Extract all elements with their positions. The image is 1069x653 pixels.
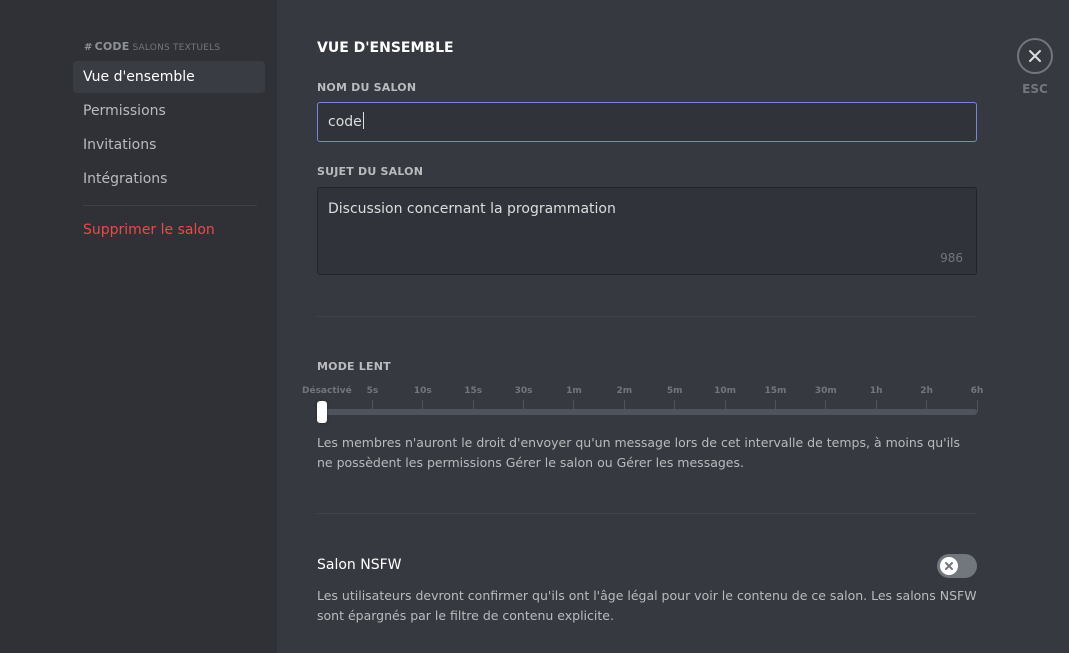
text-caret [362,112,364,129]
topic-textarea[interactable]: Discussion concernant la programmation 9… [317,187,977,275]
slowmode-tick-label: 15s [464,386,483,396]
slowmode-tick-label: Désactivé [302,386,352,396]
slowmode-tick-label: 15m [764,386,787,396]
nsfw-toggle[interactable] [937,554,977,578]
delete-channel-button[interactable]: Supprimer le salon [73,214,265,246]
hashtag-icon: # [84,42,93,53]
channel-name-input[interactable]: code [317,102,977,142]
sidebar-item-permissions[interactable]: Permissions [73,95,265,127]
toggle-knob [940,557,958,575]
slowmode-tick-label: 5s [366,386,379,396]
slowmode-tick-label: 2h [920,386,933,396]
sidebar-item-integrations[interactable]: Intégrations [73,163,265,195]
slowmode-tick-label: 10m [714,386,737,396]
slowmode-ticks: Désactivé 5s 10s 15s 30s 1m 2m 5m 10m 15m 30m 1h 2h 6… [302,386,983,426]
page-title: VUE D'ENSEMBLE [317,40,454,56]
section-divider [317,513,977,514]
sidebar-header: # CODE SALONS TEXTUELS [84,40,220,53]
sidebar-item-invitations[interactable]: Invitations [73,129,265,161]
slowmode-tick-label: 1m [566,386,582,396]
sidebar-item-overview[interactable]: Vue d'ensemble [73,61,265,93]
nsfw-title: Salon NSFW [317,557,402,573]
x-icon [945,562,953,570]
settings-sidebar: # CODE SALONS TEXTUELS Vue d'ensemble Perm… [0,0,277,653]
topic-value: Discussion concernant la programmation [328,201,616,217]
slowmode-slider-handle[interactable] [317,401,327,423]
sidebar-divider [83,205,257,206]
channel-name-label: NOM DU SALON [317,81,417,94]
nsfw-description: Les utilisateurs devront confirmer qu'il… [317,588,977,623]
slowmode-tick-label: 2m [616,386,633,396]
slowmode-tick-label: 5m [666,386,683,396]
slowmode-tick-label: 1h [869,386,883,396]
esc-label: ESC [1022,82,1048,96]
slowmode-tick-label: 10s [413,386,432,396]
channel-name-value: code [328,114,362,130]
slowmode-slider-track[interactable] [322,409,977,415]
slowmode-tick-label: 30s [514,386,533,396]
close-button[interactable] [1017,38,1053,74]
sidebar-channel-name: CODE [94,40,130,53]
sidebar-category: SALONS TEXTUELS [132,43,221,53]
slowmode-tick-label: 30m [814,386,837,396]
topic-char-counter: 986 [940,251,963,265]
slowmode-description: Les membres n'auront le droit d'envoyer … [317,435,961,470]
topic-label: SUJET DU SALON [317,165,424,178]
section-divider [317,316,977,317]
slowmode-tick-label: 6h [970,386,984,396]
close-icon [1029,50,1041,62]
slowmode-label: MODE LENT [317,360,391,373]
